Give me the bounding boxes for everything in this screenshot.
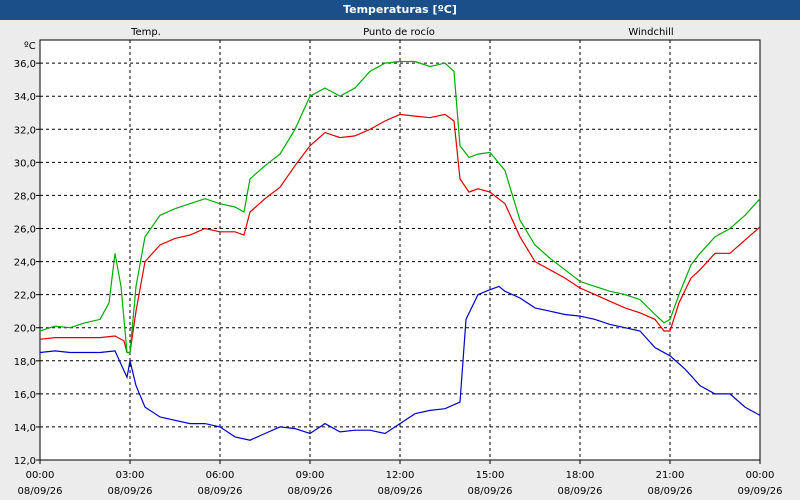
y-tick-label: 24,0 bbox=[14, 258, 36, 269]
x-tick-time: 06:00 bbox=[206, 470, 235, 481]
x-tick-time: 18:00 bbox=[566, 470, 595, 481]
legend-entry: Temp. bbox=[130, 27, 161, 38]
x-tick-date: 08/09/26 bbox=[198, 486, 243, 497]
legend: Temp. Punto de rocío Windchill bbox=[130, 26, 674, 38]
y-unit-label: ºC bbox=[24, 41, 36, 52]
y-tick-label: 18,0 bbox=[14, 357, 36, 368]
x-tick-time: 09:00 bbox=[296, 470, 325, 481]
y-tick-label: 14,0 bbox=[14, 423, 36, 434]
legend-entry: Windchill bbox=[628, 27, 673, 38]
y-tick-label: 20,0 bbox=[14, 324, 36, 335]
x-tick-time: 15:00 bbox=[476, 470, 505, 481]
y-tick-label: 26,0 bbox=[14, 225, 36, 236]
y-tick-label: 34,0 bbox=[14, 92, 36, 103]
y-tick-label: 12,0 bbox=[14, 456, 36, 467]
x-tick-time: 12:00 bbox=[386, 470, 415, 481]
y-axis: 12,0 14,0 16,0 18,0 20,0 22,0 24,0 26,0 28,0 30,0… bbox=[14, 59, 40, 467]
y-tick-label: 30,0 bbox=[14, 158, 36, 169]
x-tick-time: 00:00 bbox=[746, 470, 775, 481]
x-tick-date: 08/09/26 bbox=[558, 486, 603, 497]
y-tick-label: 36,0 bbox=[14, 59, 36, 70]
x-tick-date: 08/09/26 bbox=[18, 486, 63, 497]
x-tick-date: 08/09/26 bbox=[108, 486, 153, 497]
y-tick-label: 22,0 bbox=[14, 291, 36, 302]
chart-window: Temperaturas [ºC] 12,0 14,0 16,0 18,0 20,0 22… bbox=[0, 0, 800, 500]
x-tick-date: 08/09/26 bbox=[468, 486, 513, 497]
x-axis: 00:00 08/09/26 03:00 08/09/26 06:00 08/09/26 0… bbox=[18, 460, 783, 497]
y-tick-label: 16,0 bbox=[14, 390, 36, 401]
x-tick-date: 09/09/26 bbox=[738, 486, 783, 497]
temperature-chart: 12,0 14,0 16,0 18,0 20,0 22,0 24,0 26,0 28,0 30,0… bbox=[14, 26, 783, 497]
x-tick-time: 00:00 bbox=[26, 470, 55, 481]
legend-entry: Punto de rocío bbox=[363, 26, 435, 38]
x-tick-date: 08/09/26 bbox=[378, 486, 423, 497]
y-tick-label: 28,0 bbox=[14, 191, 36, 202]
x-tick-time: 21:00 bbox=[656, 470, 685, 481]
x-tick-date: 08/09/26 bbox=[648, 486, 693, 497]
x-tick-date: 08/09/26 bbox=[288, 486, 333, 497]
x-tick-time: 03:00 bbox=[116, 470, 145, 481]
y-tick-label: 32,0 bbox=[14, 125, 36, 136]
